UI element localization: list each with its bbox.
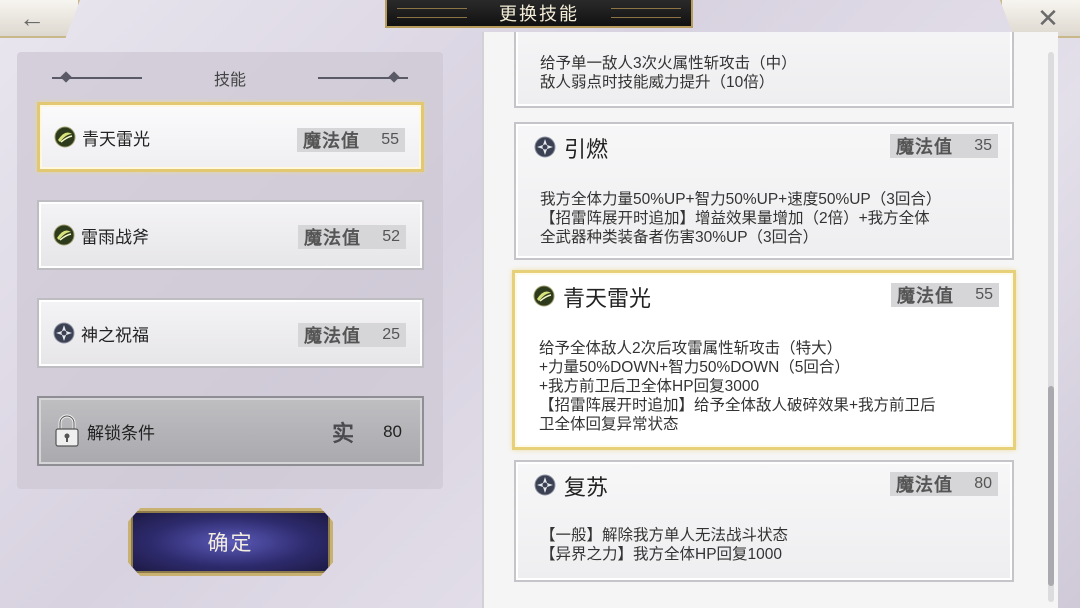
mp-label: 魔法值 (896, 137, 953, 157)
thunder-orb-icon (54, 126, 76, 148)
unlock-condition-label: 解锁条件 (87, 423, 155, 443)
skill-name: 复苏 (564, 475, 609, 500)
skill-list-panel[interactable]: 给予单一敌人3次火属性斩攻击（中） 敌人弱点时技能威力提升（10倍） 引燃 魔法… (482, 32, 1058, 608)
skill-name: 引燃 (564, 137, 609, 162)
skill-slot-leiyuzhanfu[interactable]: 雷雨战斧 魔法值 52 (37, 200, 424, 270)
skill-name: 雷雨战斧 (81, 227, 149, 247)
mp-label: 魔法值 (896, 475, 953, 495)
scrollbar-thumb[interactable] (1048, 386, 1054, 586)
skill-description: 我方全体力量50%UP+智力50%UP+速度50%UP（3回合） 【招雷阵展开时… (540, 191, 942, 246)
close-icon: ✕ (1037, 2, 1059, 33)
section-header: 技能 (17, 66, 443, 90)
skill-description: 给予全体敌人2次后攻雷属性斩攻击（特大） +力量50%DOWN+智力50%DOW… (539, 340, 936, 433)
skill-slot-qingtianleiguang[interactable]: 青天雷光 魔法值 55 (37, 102, 424, 172)
locked-skill-slot[interactable]: 解锁条件 实 80 (37, 396, 424, 466)
skill-card-partial[interactable]: 给予单一敌人3次火属性斩攻击（中） 敌人弱点时技能威力提升（10倍） (514, 32, 1014, 108)
skill-slot-shenzhizhufu[interactable]: 神之祝福 魔法值 25 (37, 298, 424, 368)
skill-card-qingtianleiguang[interactable]: 青天雷光 魔法值 55 给予全体敌人2次后攻雷属性斩攻击（特大） +力量50%D… (512, 270, 1016, 450)
mp-label: 魔法值 (304, 228, 361, 248)
mp-cost: 魔法值 55 (297, 128, 405, 152)
support-gear-icon (534, 136, 556, 158)
mp-value: 80 (974, 475, 992, 492)
skill-card-header: 引燃 魔法值 35 (516, 124, 1012, 164)
mp-value: 52 (382, 228, 400, 245)
unlock-value: 80 (383, 422, 402, 441)
skill-card-fusu[interactable]: 复苏 魔法值 80 【一般】解除我方单人无法战斗状态 【异界之力】我方全体HP回… (514, 460, 1014, 582)
section-title: 技能 (213, 72, 246, 89)
rank-symbol: 实 (331, 421, 354, 446)
mp-cost: 魔法值 35 (890, 134, 998, 158)
mp-cost: 魔法值 55 (891, 283, 999, 307)
ornament-left (52, 77, 142, 79)
mp-label: 魔法值 (897, 286, 954, 306)
equipped-skills-panel: 技能 青天雷光 魔法值 55 雷雨战斧 魔法值 52 神之祝福 魔法值 25 解… (17, 52, 443, 489)
mp-value: 55 (381, 131, 399, 148)
skill-card-yinran[interactable]: 引燃 魔法值 35 我方全体力量50%UP+智力50%UP+速度50%UP（3回… (514, 122, 1014, 260)
back-button[interactable]: ← (0, 0, 80, 38)
skill-name: 神之祝福 (81, 325, 149, 345)
thunder-orb-icon (53, 224, 75, 246)
page-title: 更换技能 (385, 0, 693, 28)
mp-cost: 魔法值 52 (298, 225, 406, 249)
mp-cost: 魔法值 80 (890, 472, 998, 496)
skill-description: 给予单一敌人3次火属性斩攻击（中） 敌人弱点时技能威力提升（10倍） (540, 55, 797, 91)
ornament-right (318, 77, 408, 79)
padlock-icon (55, 414, 79, 447)
mp-cost: 魔法值 25 (298, 323, 406, 347)
mp-label: 魔法值 (304, 326, 361, 346)
mp-value: 25 (382, 326, 400, 343)
mp-value: 55 (975, 286, 993, 303)
confirm-button[interactable]: 确定 (128, 508, 333, 576)
skill-description: 【一般】解除我方单人无法战斗状态 【异界之力】我方全体HP回复1000 (540, 527, 789, 563)
support-gear-icon (53, 322, 75, 344)
mp-value: 35 (974, 137, 992, 154)
support-gear-icon (534, 474, 556, 496)
thunder-orb-icon (533, 285, 555, 307)
skill-name: 青天雷光 (563, 286, 652, 311)
mp-label: 魔法值 (303, 131, 360, 151)
skill-card-header: 青天雷光 魔法值 55 (515, 273, 1013, 313)
skill-card-header: 复苏 魔法值 80 (516, 462, 1012, 502)
arrow-left-icon: ← (19, 2, 45, 33)
skill-name: 青天雷光 (82, 129, 150, 149)
